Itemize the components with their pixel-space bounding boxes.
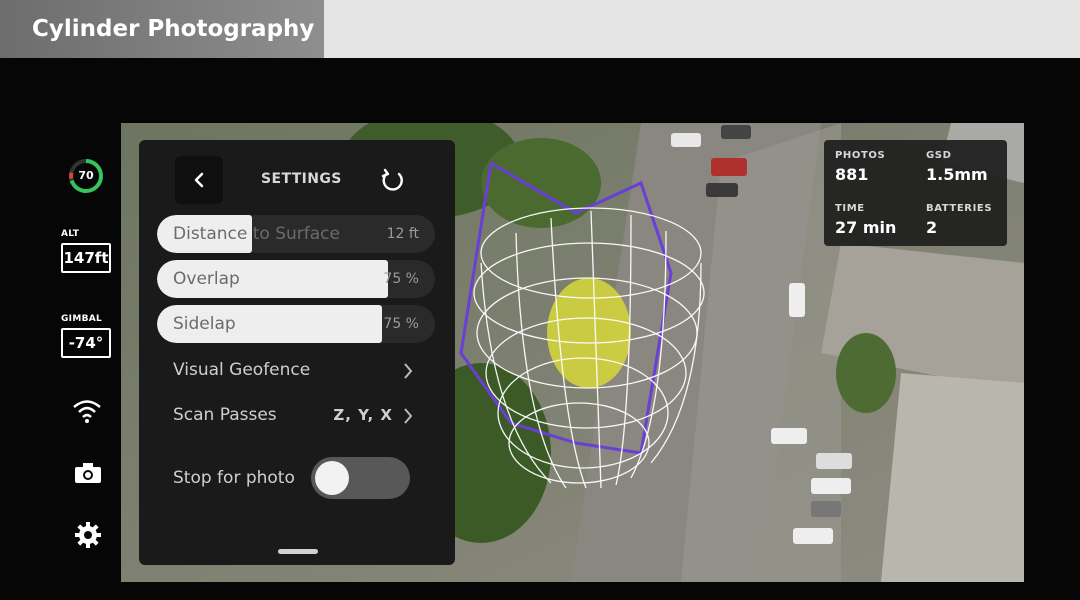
alt-label: ALT	[61, 229, 80, 239]
distance-label: Distance to Surface	[173, 224, 340, 244]
battery-percent: 70	[78, 169, 94, 182]
chevron-right-icon	[404, 363, 413, 379]
window-title: Cylinder Photography	[0, 0, 324, 58]
reset-button[interactable]	[379, 168, 405, 198]
sidelap-value: 75 %	[383, 316, 419, 332]
gimbal-value: -74°	[61, 328, 111, 358]
signal-icon[interactable]	[72, 398, 102, 428]
overlap-value: 75 %	[383, 271, 419, 287]
photos-stat: PHOTOS 881	[835, 150, 915, 184]
scan-passes-label: Scan Passes	[173, 405, 277, 425]
alt-value: 147ft	[61, 243, 111, 273]
sidelap-label: Sidelap	[173, 314, 236, 334]
panel-grabber[interactable]	[278, 549, 318, 554]
gsd-stat: GSD 1.5mm	[926, 150, 1006, 184]
photos-value: 881	[835, 165, 869, 184]
panel-title: SETTINGS	[261, 171, 342, 187]
overlap-label: Overlap	[173, 269, 240, 289]
chevron-right-icon	[404, 408, 413, 424]
photos-label: PHOTOS	[835, 150, 886, 161]
camera-icon[interactable]	[74, 462, 102, 488]
batteries-value: 2	[926, 218, 938, 237]
back-button[interactable]	[175, 156, 223, 204]
mission-stats: PHOTOS 881 GSD 1.5mm TIME 27 min BATTERI…	[824, 140, 1007, 246]
gimbal-readout: GIMBAL -74°	[61, 314, 113, 358]
battery-gauge: 70	[68, 158, 104, 194]
time-value: 27 min	[835, 218, 897, 237]
stop-for-photo-label: Stop for photo	[173, 468, 295, 488]
sidelap-slider[interactable]: Sidelap 75 %	[157, 305, 435, 343]
distance-slider[interactable]: Distance to Surface 12 ft	[157, 215, 435, 253]
chevron-left-icon	[194, 172, 204, 188]
toggle-knob	[315, 461, 349, 495]
gsd-label: GSD	[926, 150, 952, 161]
altitude-readout: ALT 147ft	[61, 229, 113, 273]
gear-icon[interactable]	[74, 521, 102, 553]
settings-panel: SETTINGS Distance to Surface 12 ft Overl…	[139, 140, 455, 565]
distance-value: 12 ft	[386, 226, 419, 242]
gimbal-label: GIMBAL	[61, 314, 103, 324]
time-stat: TIME 27 min	[835, 203, 915, 237]
scan-passes-value: Z, Y, X	[333, 406, 393, 424]
visual-geofence-row[interactable]: Visual Geofence	[173, 355, 413, 385]
title-bar: Cylinder Photography	[0, 0, 1080, 58]
batteries-stat: BATTERIES 2	[926, 203, 1006, 237]
stop-for-photo-toggle[interactable]	[311, 457, 410, 499]
batteries-label: BATTERIES	[926, 203, 993, 214]
time-label: TIME	[835, 203, 865, 214]
reset-icon	[381, 168, 403, 191]
scan-passes-row[interactable]: Scan Passes Z, Y, X	[173, 400, 413, 430]
gsd-value: 1.5mm	[926, 165, 988, 184]
visual-geofence-label: Visual Geofence	[173, 360, 311, 380]
overlap-slider[interactable]: Overlap 75 %	[157, 260, 435, 298]
